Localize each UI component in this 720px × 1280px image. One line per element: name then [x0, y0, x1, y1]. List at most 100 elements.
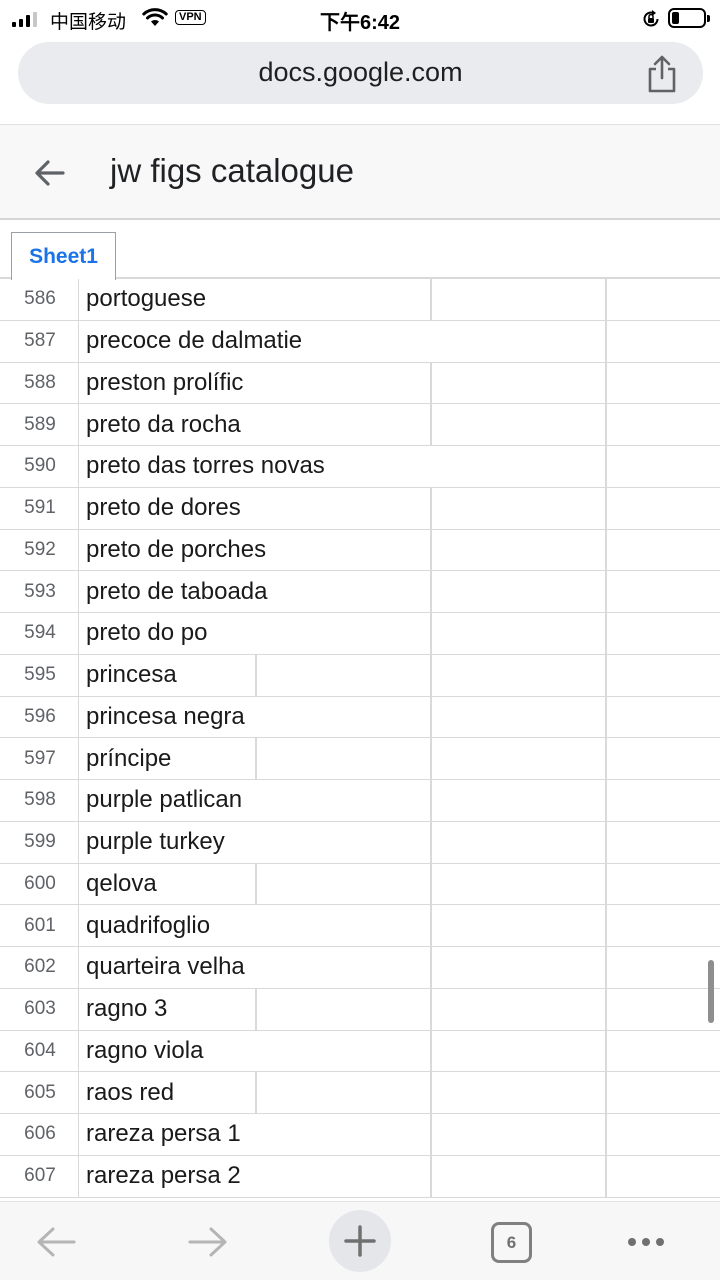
cell-name[interactable]: quarteira velha: [86, 947, 245, 988]
table-row[interactable]: 591 preto de dores: [0, 487, 720, 530]
column-divider: [430, 821, 432, 863]
cell-name[interactable]: portoguese: [86, 279, 206, 320]
cell-name[interactable]: purple turkey: [86, 822, 225, 863]
url-text: docs.google.com: [258, 57, 463, 87]
vpn-badge: VPN: [175, 10, 206, 25]
row-number[interactable]: 597: [0, 738, 79, 779]
column-divider: [430, 1155, 432, 1197]
table-row[interactable]: 587 precoce de dalmatie: [0, 320, 720, 363]
column-divider: [605, 613, 607, 654]
cell-name[interactable]: quadrifoglio: [86, 905, 210, 946]
cell-name[interactable]: preto das torres novas: [86, 446, 325, 487]
row-number[interactable]: 605: [0, 1072, 79, 1113]
column-divider: [605, 821, 607, 863]
browser-back-icon[interactable]: [34, 1224, 78, 1260]
row-number[interactable]: 591: [0, 487, 79, 529]
table-row[interactable]: 603 ragno 3: [0, 988, 720, 1031]
row-number[interactable]: 602: [0, 947, 79, 988]
table-row[interactable]: 599 purple turkey: [0, 821, 720, 864]
table-row[interactable]: 606 rareza persa 1: [0, 1114, 720, 1156]
row-number[interactable]: 606: [0, 1114, 79, 1155]
table-row[interactable]: 593 preto de taboada: [0, 571, 720, 613]
cell-name[interactable]: preto do po: [86, 613, 207, 654]
table-row[interactable]: 588 preston prolífic: [0, 362, 720, 405]
column-divider: [605, 905, 607, 946]
vertical-scrollbar[interactable]: [708, 960, 714, 1023]
cell-name[interactable]: rareza persa 1: [86, 1114, 241, 1155]
row-number[interactable]: 586: [0, 279, 79, 320]
cell-name[interactable]: príncipe: [86, 738, 171, 779]
cell-name[interactable]: preston prolífic: [86, 363, 243, 404]
cell-name[interactable]: princesa: [86, 655, 177, 696]
column-divider: [605, 1155, 607, 1197]
row-number[interactable]: 593: [0, 571, 79, 612]
table-row[interactable]: 605 raos red: [0, 1072, 720, 1114]
table-row[interactable]: 600 qelova: [0, 863, 720, 906]
column-divider: [430, 404, 432, 445]
cell-name[interactable]: ragno viola: [86, 1031, 203, 1072]
column-divider: [430, 362, 432, 404]
column-divider: [605, 947, 607, 988]
tab-sheet1[interactable]: Sheet1: [11, 232, 116, 280]
table-row[interactable]: 589 preto da rocha: [0, 404, 720, 446]
table-row[interactable]: 586 portoguese: [0, 279, 720, 321]
wifi-icon: [142, 8, 168, 26]
table-row[interactable]: 592 preto de porches: [0, 529, 720, 572]
table-row[interactable]: 596 princesa negra: [0, 696, 720, 739]
row-number[interactable]: 603: [0, 988, 79, 1030]
column-divider: [255, 654, 257, 696]
address-bar[interactable]: docs.google.com: [18, 42, 703, 104]
cell-name[interactable]: preto de taboada: [86, 571, 268, 612]
table-row[interactable]: 607 rareza persa 2: [0, 1155, 720, 1198]
column-divider: [605, 529, 607, 571]
spreadsheet-grid[interactable]: 586 portoguese 587 precoce de dalmatie 588 pr…: [0, 279, 720, 1201]
table-row[interactable]: 602 quarteira velha: [0, 947, 720, 989]
row-number[interactable]: 588: [0, 362, 79, 404]
column-divider: [605, 1114, 607, 1155]
column-divider: [605, 571, 607, 612]
row-number[interactable]: 598: [0, 780, 79, 821]
cell-name[interactable]: rareza persa 2: [86, 1156, 241, 1197]
row-number[interactable]: 607: [0, 1155, 79, 1197]
table-row[interactable]: 604 ragno viola: [0, 1030, 720, 1073]
more-menu-icon[interactable]: [628, 1238, 664, 1246]
row-number[interactable]: 594: [0, 613, 79, 654]
table-row[interactable]: 595 princesa: [0, 654, 720, 697]
row-number[interactable]: 600: [0, 863, 79, 905]
row-number[interactable]: 595: [0, 654, 79, 696]
column-divider: [430, 696, 432, 738]
row-number[interactable]: 599: [0, 821, 79, 863]
table-row[interactable]: 594 preto do po: [0, 613, 720, 655]
row-number[interactable]: 604: [0, 1030, 79, 1072]
table-row[interactable]: 598 purple patlican: [0, 780, 720, 822]
cell-name[interactable]: purple patlican: [86, 780, 242, 821]
row-number[interactable]: 587: [0, 320, 79, 362]
row-number[interactable]: 601: [0, 905, 79, 946]
column-divider: [430, 654, 432, 696]
browser-toolbar: 6: [0, 1201, 720, 1280]
row-number[interactable]: 592: [0, 529, 79, 571]
sheet-tab-strip: Sheet1: [0, 222, 720, 280]
table-row[interactable]: 597 príncipe: [0, 738, 720, 780]
tab-switcher-button[interactable]: 6: [491, 1222, 532, 1263]
browser-forward-icon[interactable]: [186, 1224, 230, 1260]
cell-name[interactable]: ragno 3: [86, 989, 167, 1030]
row-number[interactable]: 590: [0, 446, 79, 487]
column-divider: [430, 738, 432, 779]
cell-name[interactable]: preto da rocha: [86, 404, 241, 445]
cell-name[interactable]: princesa negra: [86, 697, 245, 738]
column-divider: [430, 487, 432, 529]
cell-name[interactable]: qelova: [86, 864, 157, 905]
row-number[interactable]: 596: [0, 696, 79, 738]
cell-name[interactable]: preto de dores: [86, 488, 241, 529]
cell-name[interactable]: precoce de dalmatie: [86, 321, 302, 362]
cell-name[interactable]: raos red: [86, 1072, 174, 1113]
cell-name[interactable]: preto de porches: [86, 530, 266, 571]
back-arrow-icon[interactable]: [30, 153, 70, 193]
table-row[interactable]: 601 quadrifoglio: [0, 905, 720, 947]
row-number[interactable]: 589: [0, 404, 79, 445]
table-row[interactable]: 590 preto das torres novas: [0, 446, 720, 488]
new-tab-button[interactable]: [329, 1210, 391, 1272]
column-divider: [605, 696, 607, 738]
share-icon[interactable]: [644, 54, 680, 94]
